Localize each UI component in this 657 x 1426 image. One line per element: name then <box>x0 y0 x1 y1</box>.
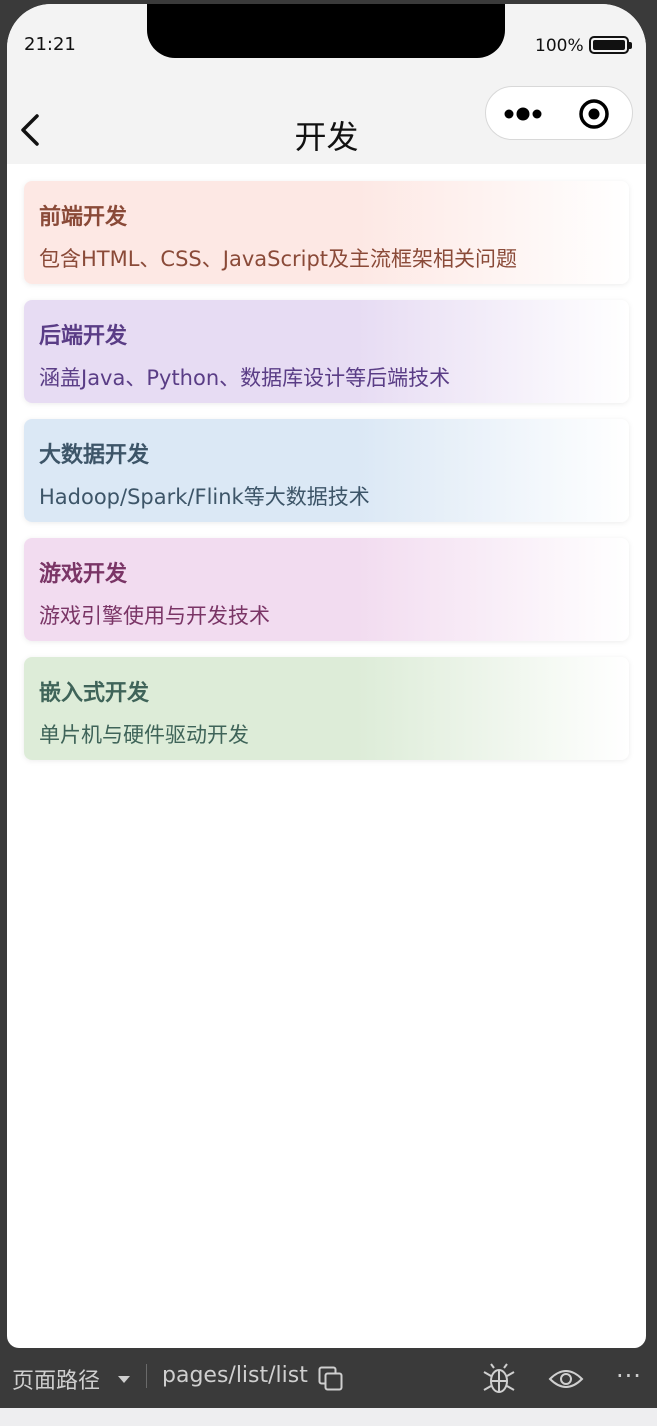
card-title: 大数据开发 <box>39 443 150 468</box>
category-card-bigdata[interactable]: 大数据开发 Hadoop/Spark/Flink等大数据技术 <box>24 419 629 522</box>
dropdown-caret-icon[interactable] <box>118 1376 130 1383</box>
menu-capsule <box>485 86 633 140</box>
status-bar: 21:21 100% <box>7 4 646 84</box>
battery-percent: 100% <box>535 36 584 56</box>
simulator-frame: 21:21 100% 开发 前端开发 包含HTML、CSS、JavaScript… <box>0 0 657 1426</box>
page-path-value: pages/list/list <box>162 1363 308 1388</box>
card-title: 游戏开发 <box>39 562 128 587</box>
devtools-bar: 页面路径 pages/list/list ··· <box>0 1348 657 1408</box>
category-card-backend[interactable]: 后端开发 涵盖Java、Python、数据库设计等后端技术 <box>24 300 629 403</box>
card-title: 后端开发 <box>39 324 128 349</box>
more-menu-icon[interactable]: ··· <box>616 1362 642 1390</box>
phone-screen: 21:21 100% 开发 前端开发 包含HTML、CSS、JavaScript… <box>7 4 646 1348</box>
navigation-bar: 开发 <box>7 84 646 164</box>
notch <box>147 4 505 58</box>
category-card-game[interactable]: 游戏开发 游戏引擎使用与开发技术 <box>24 538 629 641</box>
copy-icon[interactable] <box>318 1366 344 1392</box>
battery-icon <box>589 36 632 54</box>
window-bottom-strip <box>0 1408 657 1426</box>
close-miniprogram-icon[interactable] <box>578 98 610 130</box>
category-card-embedded[interactable]: 嵌入式开发 单片机与硬件驱动开发 <box>24 657 629 760</box>
more-options-icon[interactable] <box>504 102 550 126</box>
debug-bug-icon[interactable] <box>482 1362 516 1396</box>
page-path-label[interactable]: 页面路径 <box>12 1363 100 1395</box>
divider <box>146 1364 147 1388</box>
card-description: 游戏引擎使用与开发技术 <box>39 604 270 628</box>
preview-eye-icon[interactable] <box>548 1366 584 1392</box>
card-description: 单片机与硬件驱动开发 <box>39 723 249 747</box>
category-card-frontend[interactable]: 前端开发 包含HTML、CSS、JavaScript及主流框架相关问题 <box>24 181 629 284</box>
card-description: Hadoop/Spark/Flink等大数据技术 <box>39 485 370 509</box>
card-description: 包含HTML、CSS、JavaScript及主流框架相关问题 <box>39 247 518 271</box>
status-time: 21:21 <box>24 34 76 55</box>
card-title: 前端开发 <box>39 205 128 230</box>
card-title: 嵌入式开发 <box>39 681 150 706</box>
card-description: 涵盖Java、Python、数据库设计等后端技术 <box>39 366 451 390</box>
